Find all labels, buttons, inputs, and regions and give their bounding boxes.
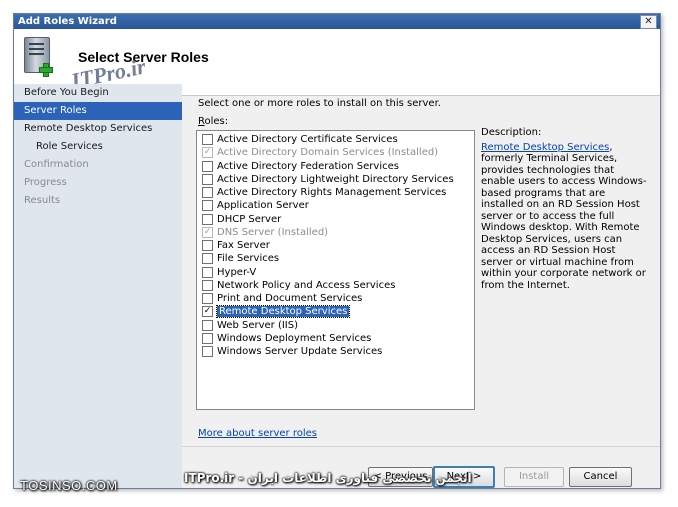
role-label: Windows Server Update Services: [217, 346, 383, 357]
role-checkbox[interactable]: [202, 266, 213, 278]
forum-banner: انجمن تخصصی فناوری اطلاعات ایران - ITPro…: [184, 471, 472, 485]
roles-list[interactable]: Active Directory Certificate Services Act…: [196, 130, 475, 410]
add-roles-wizard-window: Add Roles Wizard ✕ Select Server Roles I…: [13, 13, 661, 489]
roles-label: Roles:: [198, 116, 228, 127]
role-label: Web Server (IIS): [217, 319, 299, 331]
role-checkbox[interactable]: [202, 240, 213, 251]
role-checkbox[interactable]: [202, 173, 213, 185]
sidebar-step-remote-desktop-services[interactable]: Remote Desktop Services: [14, 120, 182, 138]
role-checkbox[interactable]: [202, 279, 213, 291]
sidebar-step-server-roles[interactable]: Server Roles: [14, 102, 182, 120]
sidebar-step-progress: Progress: [24, 177, 67, 188]
description-link[interactable]: Remote Desktop Services: [481, 142, 609, 153]
description-panel: Description: Remote Desktop Services, fo…: [481, 127, 649, 291]
role-label: Active Directory Lightweight Directory S…: [217, 173, 454, 185]
sidebar-step-role-services[interactable]: Role Services: [14, 138, 182, 156]
instruction-text: Select one or more roles to install on t…: [198, 98, 441, 109]
description-text: , formerly Terminal Services, provides t…: [481, 141, 647, 291]
role-label: Active Directory Federation Services: [217, 160, 399, 172]
role-label: DHCP Server: [217, 213, 282, 225]
title-bar: Add Roles Wizard ✕: [14, 14, 660, 29]
role-item[interactable]: Windows Deployment Services: [197, 332, 474, 345]
role-label: Active Directory Rights Management Servi…: [217, 187, 447, 198]
role-checkbox[interactable]: [202, 134, 213, 145]
description-heading: Description:: [481, 127, 542, 138]
sidebar-step-before-you-begin[interactable]: Before You Begin: [14, 84, 182, 102]
role-checkbox[interactable]: [202, 213, 213, 225]
role-checkbox: [202, 226, 213, 238]
role-label: Hyper-V: [217, 266, 257, 278]
role-item[interactable]: File Services: [197, 252, 474, 265]
role-label: Active Directory Certificate Services: [217, 134, 398, 145]
role-label: Active Directory Domain Services (Instal…: [217, 147, 439, 159]
role-item[interactable]: Print and Document Services: [197, 292, 474, 305]
role-item[interactable]: Active Directory Lightweight Directory S…: [197, 173, 474, 186]
role-label: Fax Server: [217, 240, 270, 251]
role-checkbox[interactable]: [202, 346, 213, 357]
role-checkbox[interactable]: [202, 293, 213, 304]
role-label: Application Server: [217, 200, 309, 212]
role-label: Print and Document Services: [217, 293, 363, 304]
role-item[interactable]: Application Server: [197, 199, 474, 212]
role-item: Active Directory Domain Services (Instal…: [197, 146, 474, 159]
install-button[interactable]: Install: [504, 467, 564, 487]
role-item[interactable]: Fax Server: [197, 239, 474, 252]
role-item[interactable]: Web Server (IIS): [197, 319, 474, 332]
sidebar-step-results: Results: [24, 195, 61, 206]
role-checkbox[interactable]: [202, 319, 213, 331]
role-item: DNS Server (Installed): [197, 226, 474, 239]
sidebar-step-confirmation: Confirmation: [24, 159, 89, 170]
role-item[interactable]: Active Directory Rights Management Servi…: [197, 186, 474, 199]
role-label: Remote Desktop Services: [215, 305, 351, 319]
add-plus-icon: [39, 63, 53, 77]
role-item[interactable]: Hyper-V: [197, 266, 474, 279]
role-item[interactable]: Network Policy and Access Services: [197, 279, 474, 292]
role-checkbox[interactable]: [202, 306, 213, 318]
cancel-button[interactable]: Cancel: [569, 467, 632, 487]
window-title: Add Roles Wizard: [18, 16, 117, 27]
role-checkbox[interactable]: [202, 160, 213, 172]
role-item[interactable]: Active Directory Federation Services: [197, 160, 474, 173]
role-item[interactable]: Windows Server Update Services: [197, 345, 474, 358]
role-label: DNS Server (Installed): [217, 226, 329, 238]
role-checkbox[interactable]: [202, 200, 213, 212]
role-label: Network Policy and Access Services: [217, 279, 396, 291]
site-watermark: TOSINSO.COM: [20, 478, 118, 493]
role-checkbox[interactable]: [202, 187, 213, 198]
role-checkbox: [202, 147, 213, 159]
role-label: Windows Deployment Services: [217, 332, 372, 344]
roles-label-text: oles:: [204, 116, 229, 127]
role-item[interactable]: Active Directory Certificate Services: [197, 133, 474, 146]
main-content: Select one or more roles to install on t…: [182, 84, 660, 488]
role-checkbox[interactable]: [202, 253, 213, 265]
role-label: File Services: [217, 253, 280, 265]
close-button[interactable]: ✕: [640, 15, 657, 29]
role-item[interactable]: Remote Desktop Services: [197, 305, 474, 319]
role-item[interactable]: DHCP Server: [197, 213, 474, 226]
role-checkbox[interactable]: [202, 332, 213, 344]
wizard-steps-sidebar: Before You Begin Server Roles Remote Deskt…: [14, 84, 182, 488]
description-body: Remote Desktop Services, formerly Termin…: [481, 142, 649, 292]
more-about-roles-link[interactable]: More about server roles: [198, 428, 317, 439]
